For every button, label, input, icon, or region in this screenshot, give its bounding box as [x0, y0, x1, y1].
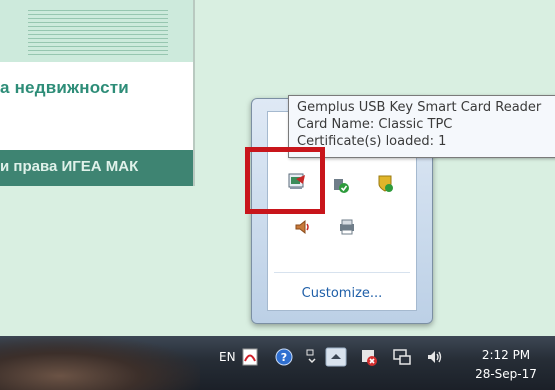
highlight-box: [245, 147, 325, 214]
network-icon[interactable]: [390, 346, 414, 368]
speaker-icon[interactable]: [424, 346, 446, 368]
overflow-separator: [274, 272, 410, 273]
clock-time: 2:12 PM: [481, 348, 531, 362]
taskbar-background-photo: [0, 336, 200, 390]
notification-settings-icon[interactable]: [303, 346, 321, 368]
tooltip-title: Gemplus USB Key Smart Card Reader: [297, 100, 542, 115]
action-center-icon[interactable]: [356, 346, 380, 368]
tooltip-card-name: Card Name: Classic TPC: [297, 117, 453, 132]
help-icon[interactable]: ?: [273, 346, 295, 368]
tooltip-certificates: Certificate(s) loaded: 1: [297, 134, 447, 149]
security-shield-icon[interactable]: [330, 174, 352, 196]
show-hidden-icons-button[interactable]: [324, 346, 348, 368]
svg-text:?: ?: [281, 351, 287, 364]
document-header-fine-print: [28, 10, 168, 56]
document-subtitle: а недвижности: [0, 78, 129, 97]
clock-date: 28-Sep-17: [475, 367, 537, 381]
language-indicator[interactable]: EN: [219, 350, 236, 364]
network-printer-icon[interactable]: [336, 216, 358, 238]
update-shield-icon[interactable]: [374, 172, 396, 194]
document-banner-text: и права ИГЕА МАК: [0, 158, 139, 175]
document-edge: [193, 0, 195, 186]
smart-card-tooltip: Gemplus USB Key Smart Card Reader Card N…: [288, 95, 555, 158]
system-clock[interactable]: 2:12 PM 28-Sep-17: [470, 346, 542, 384]
customize-link[interactable]: Customize...: [268, 286, 416, 301]
document-banner: и права ИГЕА МАК: [0, 150, 193, 186]
document-header: [0, 0, 193, 62]
volume-icon[interactable]: [292, 216, 314, 238]
background-document: а недвижности и права ИГЕА МАК: [0, 0, 193, 186]
pdf-reader-icon[interactable]: [240, 346, 260, 368]
